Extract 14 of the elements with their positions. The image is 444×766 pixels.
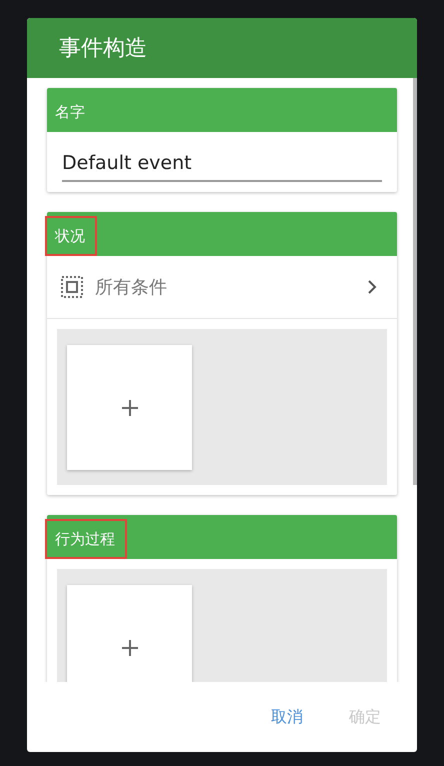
add-icon (120, 398, 138, 416)
cancel-button[interactable]: 取消 (261, 698, 313, 736)
section-title: 名字 (54, 102, 86, 122)
scrollbar[interactable] (413, 78, 417, 485)
add-tile[interactable] (67, 345, 192, 470)
section-title: 行为过程 (45, 519, 127, 559)
add-icon (120, 638, 138, 656)
section-title: 状况 (45, 216, 97, 256)
condition-selector[interactable]: 所有条件 (47, 256, 397, 319)
name-field[interactable]: Default event (62, 148, 382, 182)
selection-icon (61, 276, 83, 298)
add-tile[interactable] (67, 585, 192, 682)
chevron-right-icon (367, 279, 377, 295)
dialog-title: 事件构造 (27, 18, 417, 78)
